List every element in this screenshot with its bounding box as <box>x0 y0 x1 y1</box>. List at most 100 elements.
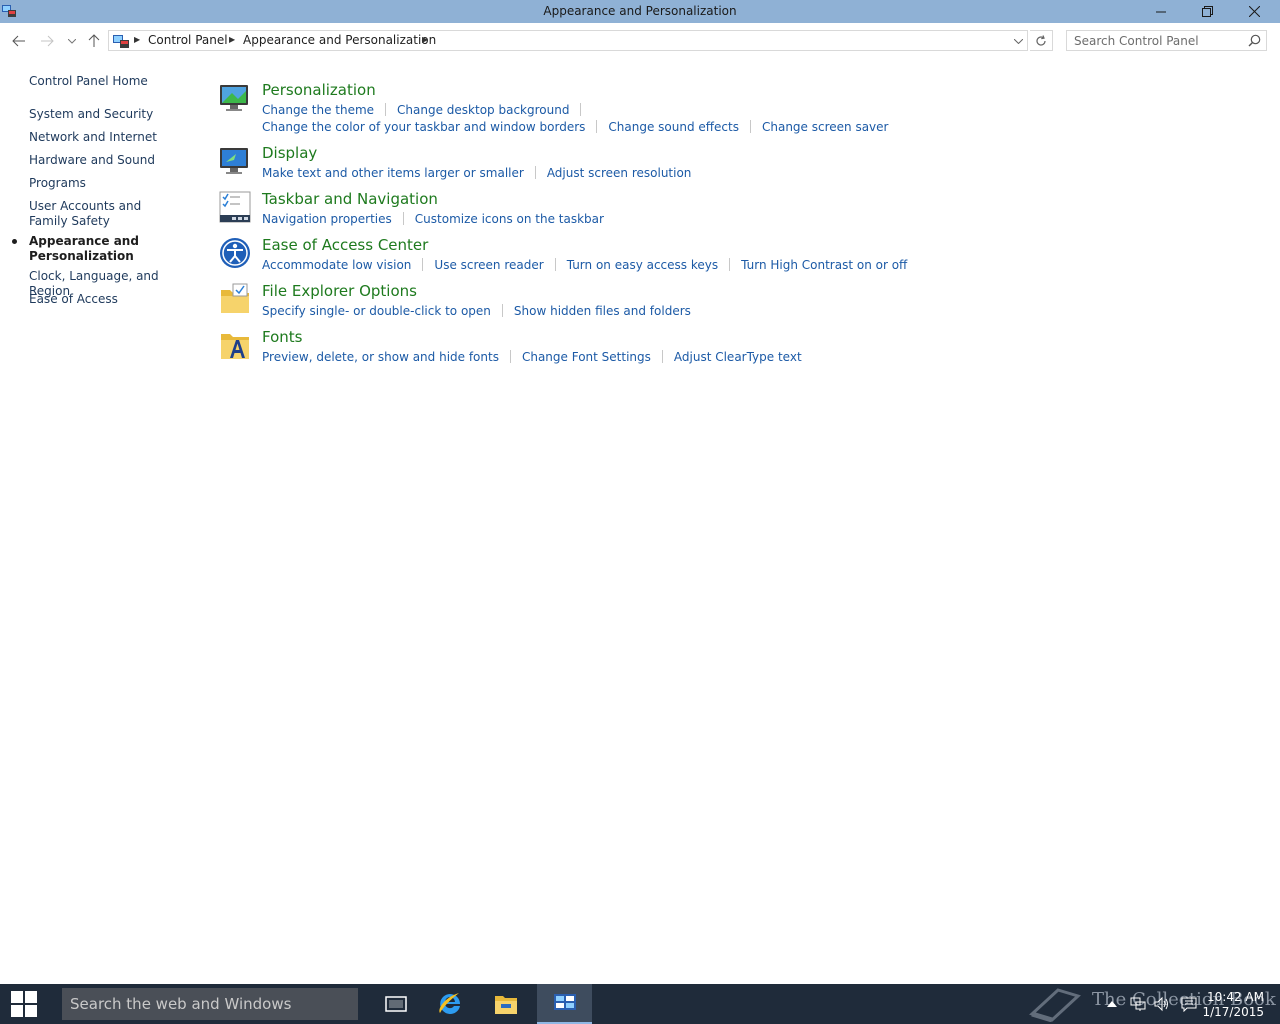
low-vision-link[interactable]: Accommodate low vision <box>262 258 411 272</box>
address-bar[interactable]: ▶ Control Panel ▶ Appearance and Persona… <box>108 30 1028 51</box>
chevron-down-icon <box>1013 38 1023 44</box>
book-watermark-icon <box>1029 988 1081 1022</box>
sidebar-item-network-internet[interactable]: Network and Internet <box>29 130 194 145</box>
taskbar-search-box[interactable] <box>62 988 366 1020</box>
personalization-title-link[interactable]: Personalization <box>262 81 376 99</box>
forward-button[interactable] <box>37 31 57 51</box>
up-button[interactable] <box>84 31 104 51</box>
arrow-left-icon <box>12 35 25 47</box>
sidebar-item-programs[interactable]: Programs <box>29 176 194 191</box>
chevron-up-icon <box>1107 1001 1117 1007</box>
clock[interactable]: 10:42 AM 1/17/2015 <box>1202 990 1264 1020</box>
taskbar-icon <box>219 191 251 223</box>
sidebar-item-user-accounts[interactable]: User Accounts and Family Safety <box>29 199 179 229</box>
network-button[interactable] <box>1130 996 1146 1012</box>
customize-taskbar-icons-link[interactable]: Customize icons on the taskbar <box>415 212 604 226</box>
personalization-links: Change the theme Change desktop backgrou… <box>262 101 888 135</box>
internet-explorer-icon <box>439 993 460 1014</box>
adjust-cleartype-link[interactable]: Adjust ClearType text <box>674 350 802 364</box>
action-center-button[interactable] <box>1181 996 1197 1012</box>
internet-explorer-button[interactable] <box>424 984 476 1024</box>
task-view-button[interactable] <box>370 984 422 1024</box>
arrow-up-icon <box>88 34 100 47</box>
change-sound-effects-link[interactable]: Change sound effects <box>608 120 739 134</box>
title-bar: Appearance and Personalization <box>0 0 1280 23</box>
search-input[interactable] <box>1067 31 1252 50</box>
breadcrumb-arrow-icon[interactable]: ▶ <box>229 35 235 44</box>
breadcrumb-arrow-icon[interactable]: ▶ <box>134 35 140 44</box>
control-panel-icon <box>553 994 576 1010</box>
change-font-settings-link[interactable]: Change Font Settings <box>522 350 651 364</box>
link-separator <box>661 350 663 363</box>
windows-logo-icon <box>11 991 37 1017</box>
change-screen-saver-link[interactable]: Change screen saver <box>762 120 889 134</box>
speaker-icon <box>1154 996 1168 1012</box>
display-title-link[interactable]: Display <box>262 144 317 162</box>
ease-of-access-title-link[interactable]: Ease of Access Center <box>262 236 428 254</box>
minimize-icon <box>1156 11 1166 12</box>
personalization-icon <box>220 85 248 111</box>
change-taskbar-color-link[interactable]: Change the color of your taskbar and win… <box>262 120 585 134</box>
recent-locations-button[interactable] <box>62 31 82 51</box>
sidebar-item-hardware-sound[interactable]: Hardware and Sound <box>29 153 194 168</box>
show-hidden-files-link[interactable]: Show hidden files and folders <box>514 304 691 318</box>
show-hidden-icons-button[interactable] <box>1104 996 1120 1012</box>
search-icon[interactable] <box>1248 34 1261 47</box>
link-separator <box>729 258 731 271</box>
folder-options-icon <box>221 283 249 313</box>
screen-reader-link[interactable]: Use screen reader <box>434 258 543 272</box>
close-button[interactable] <box>1231 0 1277 23</box>
taskbar-search-input[interactable] <box>62 988 366 1020</box>
search-box[interactable] <box>1066 30 1267 51</box>
fonts-title-link[interactable]: Fonts <box>262 328 302 346</box>
address-dropdown-button[interactable] <box>1011 33 1025 49</box>
link-separator <box>534 166 536 179</box>
change-desktop-background-link[interactable]: Change desktop background <box>397 103 569 117</box>
clock-time: 10:42 AM <box>1207 990 1264 1004</box>
breadcrumb-control-panel[interactable]: Control Panel <box>148 33 228 47</box>
breadcrumb-appearance[interactable]: Appearance and Personalization <box>243 33 436 47</box>
close-icon <box>1248 6 1260 17</box>
back-button[interactable] <box>9 31 29 51</box>
control-panel-home-link[interactable]: Control Panel Home <box>29 74 194 89</box>
breadcrumb-arrow-icon[interactable]: ▶ <box>422 35 428 44</box>
link-separator <box>554 258 556 271</box>
fonts-links: Preview, delete, or show and hide fonts … <box>262 348 802 365</box>
current-item-bullet <box>12 239 17 244</box>
refresh-button[interactable] <box>1030 30 1053 51</box>
sidebar-item-ease-of-access[interactable]: Ease of Access <box>29 292 194 307</box>
link-separator <box>749 120 751 133</box>
preview-fonts-link[interactable]: Preview, delete, or show and hide fonts <box>262 350 499 364</box>
change-theme-link[interactable]: Change the theme <box>262 103 374 117</box>
clock-date: 1/17/2015 <box>1202 1005 1264 1019</box>
link-separator <box>422 258 424 271</box>
link-separator <box>501 304 503 317</box>
display-links: Make text and other items larger or smal… <box>262 164 691 181</box>
restore-button[interactable] <box>1184 0 1230 23</box>
sidebar-item-appearance: Appearance and Personalization <box>29 234 139 263</box>
text-size-link[interactable]: Make text and other items larger or smal… <box>262 166 524 180</box>
control-panel-taskbar-button[interactable] <box>537 984 592 1024</box>
start-button[interactable] <box>0 984 48 1024</box>
link-separator <box>580 103 582 116</box>
volume-button[interactable] <box>1154 996 1170 1012</box>
chevron-down-icon <box>68 38 76 44</box>
high-contrast-link[interactable]: Turn High Contrast on or off <box>741 258 907 272</box>
easy-access-keys-link[interactable]: Turn on easy access keys <box>567 258 718 272</box>
display-icon <box>220 148 248 174</box>
file-explorer-options-title-link[interactable]: File Explorer Options <box>262 282 417 300</box>
sidebar-item-system-security[interactable]: System and Security <box>29 107 194 122</box>
folder-icon <box>495 996 517 1014</box>
navigation-properties-link[interactable]: Navigation properties <box>262 212 392 226</box>
taskbar-title-link[interactable]: Taskbar and Navigation <box>262 190 438 208</box>
adjust-resolution-link[interactable]: Adjust screen resolution <box>547 166 692 180</box>
minimize-button[interactable] <box>1138 0 1184 23</box>
file-explorer-button[interactable] <box>480 984 532 1024</box>
link-separator <box>402 212 404 225</box>
ease-of-access-links: Accommodate low vision Use screen reader… <box>262 256 907 273</box>
taskbar: The Collection Book 10:42 AM 1/17/2015 <box>0 984 1280 1024</box>
refresh-icon <box>1036 34 1046 46</box>
single-double-click-link[interactable]: Specify single- or double-click to open <box>262 304 491 318</box>
restore-icon <box>1201 6 1213 17</box>
notification-icon <box>1181 997 1197 1012</box>
